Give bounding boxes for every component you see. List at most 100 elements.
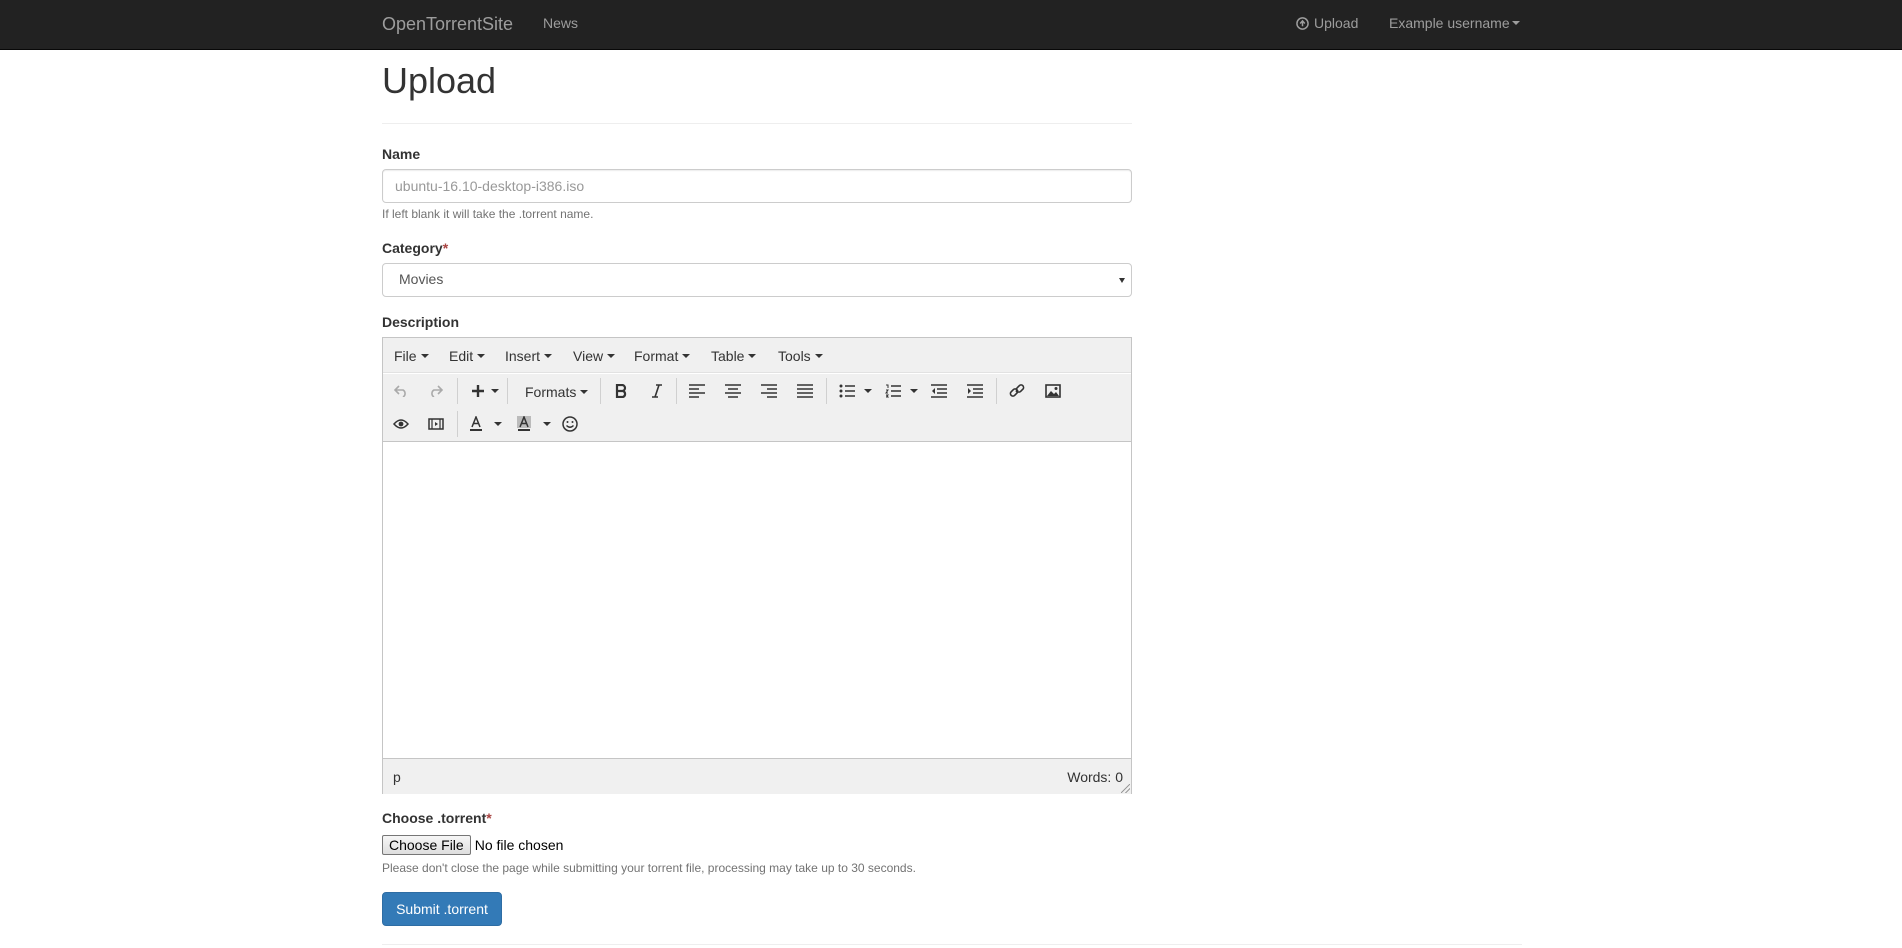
chevron-down-icon (607, 354, 616, 358)
chevron-down-icon (544, 354, 553, 358)
smiley-icon (562, 416, 578, 432)
user-menu-dropdown[interactable]: Example username (1389, 15, 1520, 31)
choose-file-button[interactable]: Choose File (382, 835, 471, 855)
menu-edit-label: Edit (449, 348, 474, 364)
toolbar-separator (600, 378, 601, 404)
chevron-down-icon (682, 354, 691, 358)
chevron-down-icon (477, 354, 486, 358)
torrent-help-text: Please don't close the page while submit… (382, 861, 916, 875)
navbar: OpenTorrentSite News Upload Example user… (0, 0, 1902, 50)
title-divider (382, 123, 1132, 124)
editor-statusbar: p Words: 0 (383, 758, 1131, 794)
chevron-down-icon[interactable] (864, 389, 872, 393)
bullet-list-icon (839, 384, 855, 398)
required-mark: * (442, 240, 449, 256)
menu-view[interactable]: View (573, 348, 616, 364)
torrent-label: Choose .torrent* (382, 810, 492, 826)
file-input: Choose File No file chosen (382, 835, 563, 855)
chevron-down-icon[interactable] (491, 389, 499, 393)
align-left-button[interactable] (684, 379, 710, 403)
menu-format[interactable]: Format (634, 348, 691, 364)
submit-torrent-button[interactable]: Submit .torrent (382, 892, 502, 926)
menu-edit[interactable]: Edit (449, 348, 486, 364)
align-justify-icon (797, 384, 813, 398)
upload-circle-icon (1296, 16, 1309, 30)
chevron-down-icon (420, 354, 429, 358)
text-color-button[interactable] (463, 412, 489, 436)
category-label-text: Category (382, 240, 443, 256)
formats-label: Formats (525, 384, 577, 400)
torrent-label-text: Choose .torrent (382, 810, 487, 826)
align-left-icon (689, 384, 705, 398)
chevron-down-icon (580, 390, 589, 394)
name-input[interactable] (382, 169, 1132, 203)
undo-button[interactable] (388, 379, 414, 403)
media-icon (428, 418, 444, 430)
dropdown-arrow-icon (1119, 278, 1125, 283)
insert-link-button[interactable] (1004, 379, 1030, 403)
redo-button[interactable] (423, 379, 449, 403)
menu-table[interactable]: Table (711, 348, 757, 364)
background-color-button[interactable] (511, 412, 537, 436)
insert-button[interactable] (465, 379, 491, 403)
bold-button[interactable] (608, 379, 634, 403)
toolbar-separator (676, 378, 677, 404)
menu-tools-label: Tools (778, 348, 811, 364)
resize-handle-icon[interactable] (1121, 784, 1130, 793)
editor-content-area[interactable] (383, 443, 1131, 757)
align-center-button[interactable] (720, 379, 746, 403)
align-right-button[interactable] (756, 379, 782, 403)
image-icon (1045, 384, 1061, 398)
category-select[interactable]: Movies (382, 263, 1132, 297)
preview-button[interactable] (388, 412, 414, 436)
bold-icon (615, 384, 627, 398)
brand-link[interactable]: OpenTorrentSite (382, 14, 513, 35)
editor-toolbar: Formats (383, 374, 1131, 442)
plus-icon (472, 385, 484, 397)
outdent-button[interactable] (926, 379, 952, 403)
file-status-text: No file chosen (474, 837, 564, 853)
formats-dropdown[interactable]: Formats (525, 384, 589, 400)
nav-upload-link[interactable]: Upload (1296, 15, 1358, 31)
italic-icon (652, 384, 662, 398)
category-selected-value: Movies (399, 271, 444, 287)
nav-news-link[interactable]: News (543, 15, 578, 31)
menu-insert-label: Insert (505, 348, 541, 364)
toolbar-separator (457, 378, 458, 404)
chevron-down-icon (814, 354, 823, 358)
required-mark: * (486, 810, 492, 826)
menu-insert[interactable]: Insert (505, 348, 553, 364)
background-color-icon (517, 416, 531, 431)
text-color-icon (470, 416, 482, 431)
chevron-down-icon (1511, 21, 1520, 25)
chevron-down-icon[interactable] (910, 389, 918, 393)
menu-tools[interactable]: Tools (778, 348, 823, 364)
numbered-list-button[interactable] (880, 379, 906, 403)
menu-view-label: View (573, 348, 604, 364)
align-justify-button[interactable] (792, 379, 818, 403)
nav-upload-label: Upload (1314, 15, 1359, 31)
indent-button[interactable] (962, 379, 988, 403)
element-path[interactable]: p (393, 769, 401, 785)
bullet-list-button[interactable] (834, 379, 860, 403)
menu-format-label: Format (634, 348, 679, 364)
footer-divider (382, 944, 1522, 945)
insert-image-button[interactable] (1040, 379, 1066, 403)
link-icon (1009, 384, 1025, 397)
chevron-down-icon[interactable] (543, 422, 551, 426)
chevron-down-icon (748, 354, 757, 358)
emoticons-button[interactable] (557, 412, 583, 436)
insert-media-button[interactable] (423, 412, 449, 436)
page-title: Upload (382, 60, 497, 101)
user-name-label: Example username (1389, 15, 1510, 31)
undo-icon (394, 385, 406, 397)
chevron-down-icon[interactable] (494, 422, 502, 426)
toolbar-separator (996, 378, 997, 404)
category-label: Category* (382, 240, 448, 256)
align-center-icon (725, 384, 741, 398)
indent-icon (967, 384, 983, 398)
menu-file[interactable]: File (394, 348, 429, 364)
description-label: Description (382, 314, 460, 330)
italic-button[interactable] (644, 379, 670, 403)
name-help-text: If left blank it will take the .torrent … (382, 207, 594, 221)
